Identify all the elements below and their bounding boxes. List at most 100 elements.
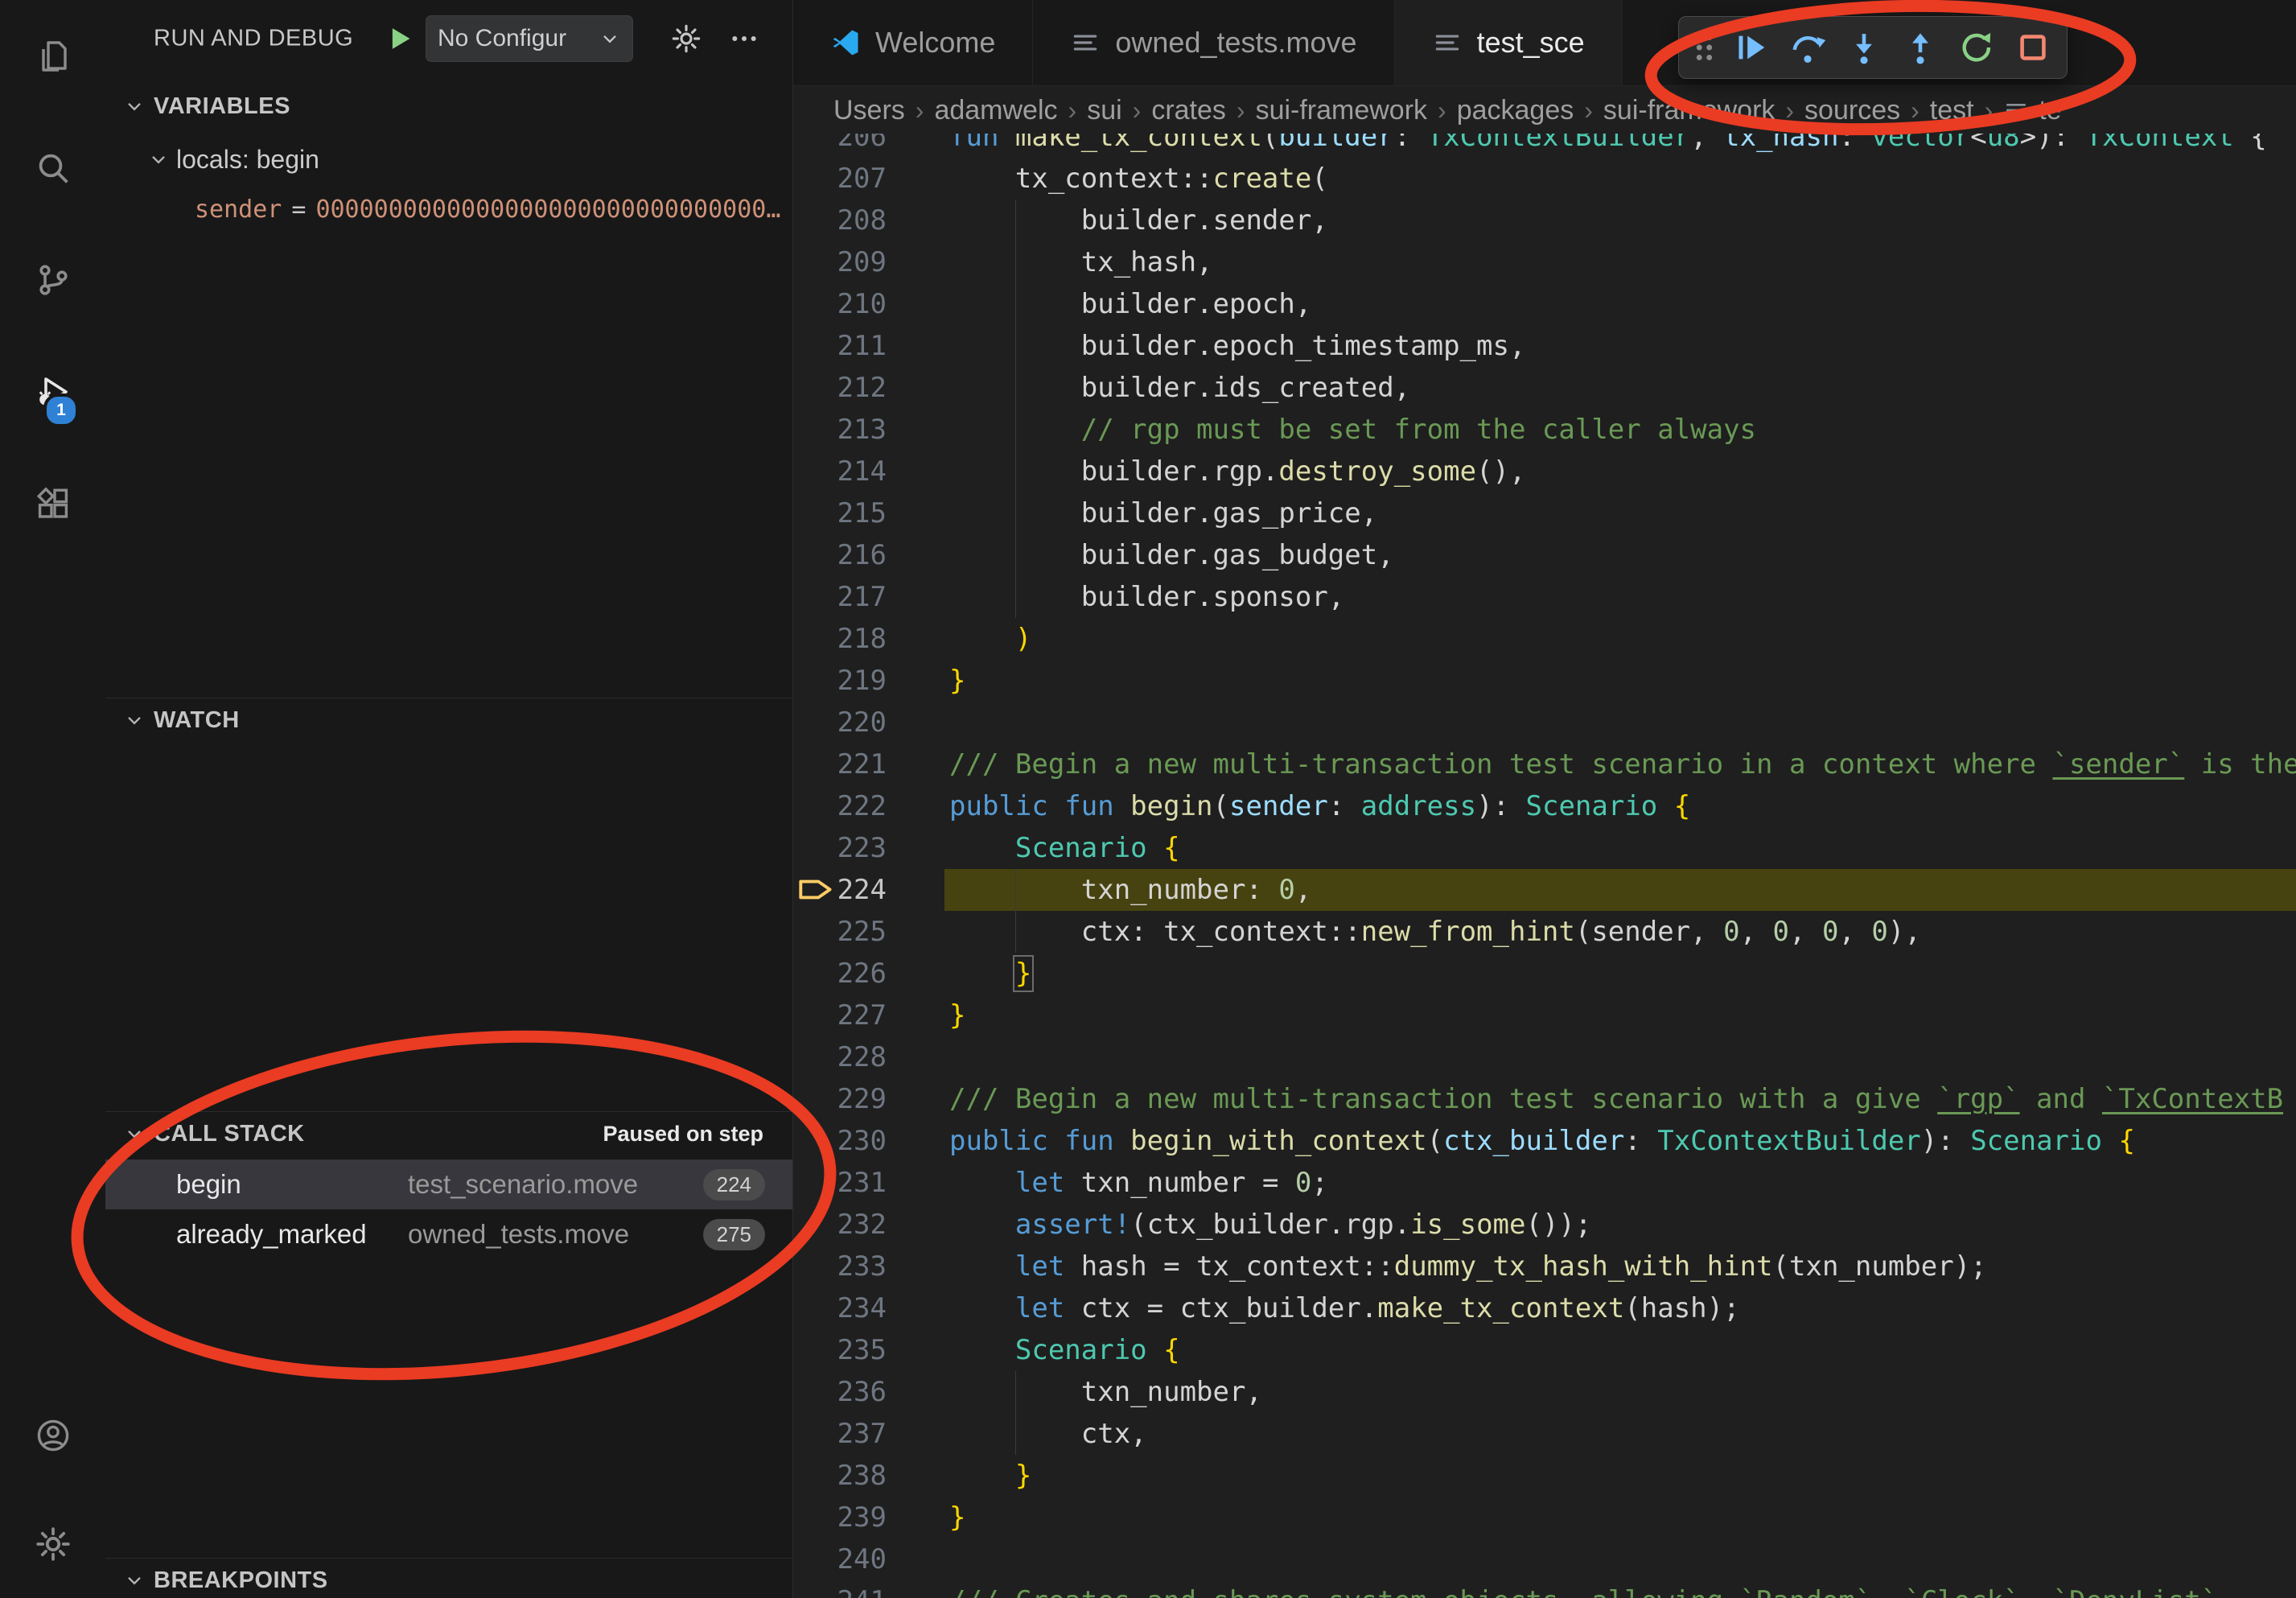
call-stack-frame[interactable]: begintest_scenario.move224 [105,1159,792,1209]
code-line-240[interactable]: 240 [793,1538,2296,1580]
breadcrumb-item[interactable]: sui-framework [1603,95,1775,126]
more-actions-button[interactable] [726,21,762,56]
line-number[interactable]: 233 [793,1246,887,1287]
code-line-235[interactable]: 235 Scenario { [793,1329,2296,1371]
code-line-207[interactable]: 207 tx_context::create( [793,158,2296,200]
code-line-221[interactable]: 221/// Begin a new multi-transaction tes… [793,743,2296,785]
call-stack-section-header[interactable]: CALL STACK Paused on step [105,1112,792,1155]
line-number[interactable]: 232 [793,1204,887,1246]
code-line-227[interactable]: 227} [793,995,2296,1036]
line-number[interactable]: 206 [793,134,887,158]
line-number[interactable]: 235 [793,1329,887,1371]
code-line-213[interactable]: 213 // rgp must be set from the caller a… [793,409,2296,451]
variable-row-sender[interactable]: sender = 0000000000000000000000000000000… [105,188,792,230]
code-line-228[interactable]: 228 [793,1036,2296,1078]
continue-button[interactable] [1726,22,1777,73]
source-control-activity-button[interactable] [0,224,105,336]
breadcrumb-item[interactable]: adamwelc [934,95,1057,126]
breadcrumb-item[interactable]: crates [1151,95,1226,126]
code-line-206[interactable]: 206fun make_tx_context(builder: TxContex… [793,134,2296,158]
code-line-238[interactable]: 238 } [793,1455,2296,1497]
code-line-231[interactable]: 231 let txn_number = 0; [793,1162,2296,1204]
line-number[interactable]: 222 [793,785,887,827]
variables-scope-row[interactable]: locals: begin [105,138,792,180]
code-line-219[interactable]: 219} [793,660,2296,702]
tab-test-sce[interactable]: test_sce [1395,0,1623,85]
line-number[interactable]: 214 [793,451,887,492]
line-number[interactable]: 241 [793,1580,887,1598]
code-line-212[interactable]: 212 builder.ids_created, [793,367,2296,409]
code-line-220[interactable]: 220 [793,702,2296,743]
code-line-224[interactable]: 224 txn_number: 0, [793,869,2296,911]
restart-button[interactable] [1951,22,2002,73]
breakpoints-section-header[interactable]: BREAKPOINTS [105,1559,792,1598]
code-line-218[interactable]: 218 ) [793,618,2296,660]
breadcrumb-item[interactable]: test [1930,95,1974,126]
explorer-activity-button[interactable] [0,0,105,112]
toolbar-gripper-handle[interactable] [1687,22,1721,73]
code-line-236[interactable]: 236 txn_number, [793,1371,2296,1413]
extensions-activity-button[interactable] [0,447,105,559]
code-line-226[interactable]: 226 } [793,953,2296,995]
line-number[interactable]: 208 [793,200,887,241]
code-line-217[interactable]: 217 builder.sponsor, [793,576,2296,618]
breadcrumb-item[interactable]: te [2003,95,2061,126]
code-line-241[interactable]: 241/// Creates and shares system objects… [793,1580,2296,1598]
code-line-232[interactable]: 232 assert!(ctx_builder.rgp.is_some()); [793,1204,2296,1246]
code-line-234[interactable]: 234 let ctx = ctx_builder.make_tx_contex… [793,1287,2296,1329]
line-number[interactable]: 240 [793,1538,887,1580]
line-number[interactable]: 215 [793,492,887,534]
line-number[interactable]: 207 [793,158,887,200]
line-number[interactable]: 221 [793,743,887,785]
breadcrumb-item[interactable]: Users [833,95,905,126]
line-number[interactable]: 231 [793,1162,887,1204]
line-number[interactable]: 210 [793,283,887,325]
step-out-button[interactable] [1895,22,1946,73]
code-line-237[interactable]: 237 ctx, [793,1413,2296,1455]
stop-button[interactable] [2007,22,2059,73]
line-number[interactable]: 237 [793,1413,887,1455]
code-line-210[interactable]: 210 builder.epoch, [793,283,2296,325]
line-number[interactable]: 239 [793,1497,887,1538]
code-line-215[interactable]: 215 builder.gas_price, [793,492,2296,534]
code-line-233[interactable]: 233 let hash = tx_context::dummy_tx_hash… [793,1246,2296,1287]
line-number[interactable]: 229 [793,1078,887,1120]
code-line-211[interactable]: 211 builder.epoch_timestamp_ms, [793,325,2296,367]
breadcrumb-item[interactable]: sources [1804,95,1900,126]
line-number[interactable]: 216 [793,534,887,576]
debug-settings-gear-button[interactable] [669,21,704,56]
line-number[interactable]: 220 [793,702,887,743]
line-number[interactable]: 225 [793,911,887,953]
code-line-239[interactable]: 239} [793,1497,2296,1538]
code-line-229[interactable]: 229/// Begin a new multi-transaction tes… [793,1078,2296,1120]
manage-activity-button[interactable] [0,1489,105,1598]
tab-welcome[interactable]: Welcome [793,0,1033,85]
tab-owned-tests-move[interactable]: owned_tests.move [1033,0,1394,85]
line-number[interactable]: 219 [793,660,887,702]
line-number[interactable]: 226 [793,953,887,995]
step-into-button[interactable] [1838,22,1890,73]
line-number[interactable]: 209 [793,241,887,283]
line-number[interactable]: 217 [793,576,887,618]
line-number[interactable]: 238 [793,1455,887,1497]
code-line-222[interactable]: 222public fun begin(sender: address): Sc… [793,785,2296,827]
line-number[interactable]: 236 [793,1371,887,1413]
code-line-209[interactable]: 209 tx_hash, [793,241,2296,283]
line-number[interactable]: 211 [793,325,887,367]
line-number[interactable]: 212 [793,367,887,409]
breadcrumb-item[interactable]: sui-framework [1256,95,1427,126]
breadcrumb-item[interactable]: sui [1087,95,1121,126]
line-number[interactable]: 230 [793,1120,887,1162]
code-line-214[interactable]: 214 builder.rgp.destroy_some(), [793,451,2296,492]
code-line-223[interactable]: 223 Scenario { [793,827,2296,869]
line-number[interactable]: 213 [793,409,887,451]
line-number[interactable]: 223 [793,827,887,869]
watch-section-header[interactable]: WATCH [105,698,792,742]
variables-section-header[interactable]: VARIABLES [105,84,792,128]
line-number[interactable]: 227 [793,995,887,1036]
code-line-216[interactable]: 216 builder.gas_budget, [793,534,2296,576]
code-line-225[interactable]: 225 ctx: tx_context::new_from_hint(sende… [793,911,2296,953]
breadcrumb-item[interactable]: packages [1457,95,1574,126]
code-editor[interactable]: 206fun make_tx_context(builder: TxContex… [793,134,2296,1598]
code-line-230[interactable]: 230public fun begin_with_context(ctx_bui… [793,1120,2296,1162]
